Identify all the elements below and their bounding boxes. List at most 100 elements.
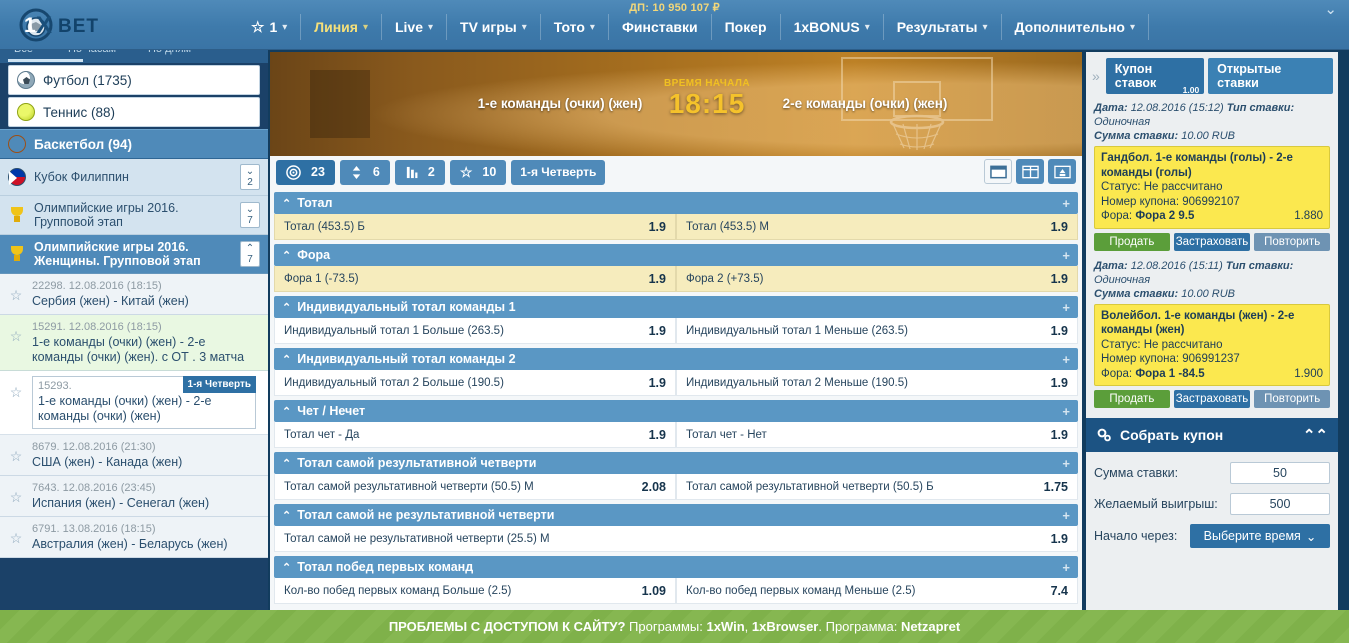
filter-chip-first-quarter[interactable]: 1-я Четверть [511,159,606,185]
odds-cell[interactable]: Фора 1 (-73.5) 1.9 [274,266,676,292]
nav-item-liniya[interactable]: Линия ▾ [301,14,382,40]
filter-chip-handicaps[interactable]: 6 [339,159,390,185]
bet-amount-label: Сумма ставки: [1094,130,1179,142]
footer-text: ПРОБЛЕМЫ С ДОСТУПОМ К САЙТУ? Программы: … [389,619,960,634]
odds-cell[interactable]: Индивидуальный тотал 1 Меньше (263.5) 1.… [676,318,1078,344]
odds-cell[interactable]: Кол-во побед первых команд Меньше (2.5) … [676,578,1078,604]
header-collapse-icon[interactable]: ⌄ [1324,2,1337,17]
filter-chip-stats[interactable]: 2 [394,159,445,185]
star-icon[interactable]: ☆ [8,376,24,401]
sidebar-sport-basketball[interactable]: Баскетбол (94) [0,129,268,159]
coupon-stake-row: Сумма ставки: 50 [1094,462,1330,484]
sidebar-sport-football[interactable]: Футбол (1735) [8,65,260,95]
insure-button[interactable]: Застраховать [1173,232,1251,251]
star-icon[interactable]: ☆ [8,481,24,506]
nav-item-1xbonus[interactable]: 1xBONUS ▾ [781,14,884,40]
star-icon[interactable]: ☆ [8,522,24,547]
list-item[interactable]: ☆ 1-я Четверть 15293. 1-е команды (очки)… [0,371,268,435]
sidebar-league-olympics-women[interactable]: Олимпийские игры 2016. Женщины. Группово… [0,235,268,274]
market-header-total[interactable]: ⌃ Тотал + [274,192,1078,214]
nav-favorites[interactable]: ☆ 1 ▾ [238,14,302,40]
nav-item-results[interactable]: Результаты ▾ [884,14,1002,40]
odds-cell[interactable]: Тотал самой результативной четверти (50.… [676,474,1078,500]
bet-slip-tabs: » Купон ставок 1.00 Открытые ставки [1086,52,1338,99]
market-header-lowest-quarter-total[interactable]: ⌃ Тотал самой не результативной четверти… [274,504,1078,526]
chevron-up-icon: ⌃ [282,353,292,366]
coupon-time-select[interactable]: Выберите время ⌄ [1190,524,1330,548]
odds-cell[interactable]: Фора 2 (+73.5) 1.9 [676,266,1078,292]
sidebar-sport-tennis[interactable]: Теннис (88) [8,97,260,127]
market-header-fora[interactable]: ⌃ Фора + [274,244,1078,266]
odds-cell[interactable]: Индивидуальный тотал 2 Больше (190.5) 1.… [274,370,676,396]
market-header-individual-total-1[interactable]: ⌃ Индивидуальный тотал команды 1 + [274,296,1078,318]
repeat-button[interactable]: Повторить [1254,232,1330,251]
view-split-icon[interactable] [1016,159,1044,184]
sidebar-league-philippines-cup[interactable]: Кубок Филиппин ⌄ 2 [0,159,268,196]
nav-item-toto[interactable]: Тото ▾ [541,14,609,40]
panel-collapse-icon[interactable]: » [1090,68,1102,84]
bet-coupon-number: Номер купона: 906991237 [1101,353,1240,365]
star-icon[interactable]: ☆ [8,320,24,345]
view-single-icon[interactable] [984,159,1012,184]
sidebar-league-counter[interactable]: ⌄ 2 [240,164,260,190]
repeat-button[interactable]: Повторить [1254,390,1330,408]
odds-cell[interactable]: Тотал чет - Да 1.9 [274,422,676,448]
nav-item-live[interactable]: Live ▾ [382,14,448,40]
sidebar-league-counter[interactable]: ⌃ 7 [240,241,260,267]
odds-cell[interactable]: Индивидуальный тотал 1 Больше (263.5) 1.… [274,318,676,344]
basketball-icon [8,135,26,153]
footer-prog1[interactable]: 1xWin [706,619,744,634]
match-id: 22298. 12.08.2016 (18:15) [32,280,162,292]
svg-text:1: 1 [24,14,36,37]
odds-cell[interactable]: Кол-во побед первых команд Больше (2.5) … [274,578,676,604]
footer-banner[interactable]: ПРОБЛЕМЫ С ДОСТУПОМ К САЙТУ? Программы: … [0,610,1349,643]
sidebar-league-olympics-group[interactable]: Олимпийские игры 2016. Групповой этап ⌄ … [0,196,268,235]
coupon-win-input[interactable]: 500 [1230,493,1330,515]
market-header-even-odd[interactable]: ⌃ Чет / Нечет + [274,400,1078,422]
bet-card[interactable]: Гандбол. 1-е команды (голы) - 2-е команд… [1094,146,1330,229]
sidebar-league-counter[interactable]: ⌄ 7 [240,202,260,228]
market-title: Фора [297,248,331,262]
tab-bet-coupon[interactable]: Купон ставок 1.00 [1105,58,1205,95]
site-logo[interactable]: 1 X BET [14,7,144,43]
market-header-first-team-wins-total[interactable]: ⌃ Тотал побед первых команд + [274,556,1078,578]
nav-item-poker[interactable]: Покер [712,14,781,40]
market-header-individual-total-2[interactable]: ⌃ Индивидуальный тотал команды 2 + [274,348,1078,370]
tab-open-bets[interactable]: Открытые ставки [1208,58,1333,94]
odds-cell[interactable]: Тотал (453.5) М 1.9 [676,214,1078,240]
star-icon[interactable]: ☆ [8,440,24,465]
sell-button[interactable]: Продать [1094,390,1170,408]
list-item[interactable]: ☆ 6791. 13.08.2016 (18:15) Австралия (же… [0,517,268,558]
odds-value: 1.9 [648,375,666,390]
footer-prog3[interactable]: Netzapret [901,619,960,634]
footer-prog2[interactable]: 1xBrowser [752,619,818,634]
list-item[interactable]: ☆ 15291. 12.08.2016 (18:15) 1-е команды … [0,315,268,371]
filter-tab-by-days[interactable]: По дням [148,50,191,55]
nav-item-tv-games[interactable]: TV игры ▾ [447,14,541,40]
chevron-up-icon[interactable]: ⌃⌃ [1303,426,1328,444]
list-item[interactable]: ☆ 8679. 12.08.2016 (21:30) США (жен) - К… [0,435,268,476]
list-item[interactable]: ☆ 22298. 12.08.2016 (18:15) Сербия (жен)… [0,274,268,315]
star-icon[interactable]: ☆ [8,279,24,304]
odds-value: 7.4 [1050,583,1068,598]
filter-chip-all-markets[interactable]: 23 [276,159,335,185]
coupon-builder-header[interactable]: Собрать купон ⌃⌃ [1086,418,1338,452]
filter-tab-all[interactable]: Все [14,50,33,55]
nav-item-additional[interactable]: Дополнительно ▾ [1002,14,1149,40]
odds-cell[interactable]: Тотал самой результативной четверти (50.… [274,474,676,500]
odds-cell[interactable]: Тотал самой не результативной четверти (… [274,526,1078,552]
odds-cell[interactable]: Индивидуальный тотал 2 Меньше (190.5) 1.… [676,370,1078,396]
market-header-highest-quarter-total[interactable]: ⌃ Тотал самой результативной четверти + [274,452,1078,474]
list-item[interactable]: ☆ 7643. 12.08.2016 (23:45) Испания (жен)… [0,476,268,517]
bet-coefficient: 1.880 [1294,210,1323,222]
view-export-icon[interactable] [1048,159,1076,184]
insure-button[interactable]: Застраховать [1173,390,1251,408]
filter-chip-favorites[interactable]: ☆ 10 [449,159,507,185]
coupon-stake-input[interactable]: 50 [1230,462,1330,484]
filter-tab-by-hours[interactable]: По часам [68,50,116,55]
bet-card[interactable]: Волейбол. 1-е команды (жен) - 2-е команд… [1094,303,1330,386]
odds-cell[interactable]: Тотал чет - Нет 1.9 [676,422,1078,448]
odds-cell[interactable]: Тотал (453.5) Б 1.9 [274,214,676,240]
sell-button[interactable]: Продать [1094,232,1170,251]
nav-item-finstavki[interactable]: Финставки [609,14,712,40]
